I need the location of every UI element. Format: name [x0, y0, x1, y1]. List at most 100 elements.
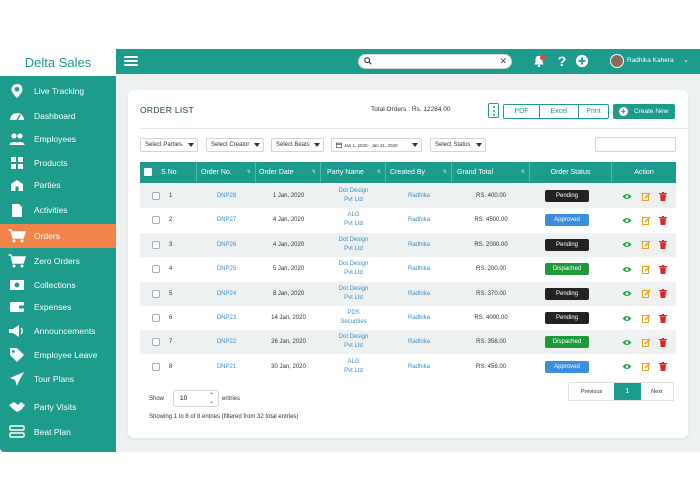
cell-created-by[interactable]: Radhika — [386, 257, 452, 281]
row-checkbox[interactable] — [152, 314, 160, 322]
row-checkbox[interactable] — [152, 216, 160, 225]
row-checkbox[interactable] — [152, 338, 160, 347]
chevron-down-icon[interactable]: ⌄ — [683, 56, 689, 64]
cell-party-name[interactable]: ALG Pvt Ltd — [321, 208, 386, 232]
view-eye-icon[interactable] — [622, 191, 632, 201]
cell-created-by[interactable]: Radhika — [386, 208, 452, 232]
add-icon[interactable] — [574, 53, 590, 69]
filter-beats[interactable]: Select Beats — [271, 138, 324, 152]
user-name[interactable]: Radhika Kahera — [627, 57, 674, 64]
more-options-button[interactable] — [488, 103, 499, 118]
table-row[interactable]: 1 DNP28 1 Jan, 2020 Dot Design Pvt Ltd Radhik… — [140, 184, 676, 208]
sidebar-item-activities[interactable]: Activities — [0, 199, 116, 221]
table-search-input[interactable] — [595, 137, 676, 152]
search-box[interactable]: ✕ — [358, 54, 512, 69]
delete-icon[interactable] — [658, 191, 668, 201]
delete-icon[interactable] — [658, 264, 668, 274]
sidebar-item-beat-plan[interactable]: Beat Plan — [0, 421, 116, 443]
edit-icon[interactable] — [641, 215, 651, 225]
filter-creator[interactable]: Select Creator — [206, 138, 264, 152]
edit-icon[interactable] — [641, 313, 651, 323]
cell-order-no[interactable]: DNP26 — [197, 233, 256, 257]
edit-icon[interactable] — [641, 362, 651, 372]
cell-party-name[interactable]: ALG Pvt Ltd — [321, 355, 386, 379]
sidebar-item-tour-plans[interactable]: Tour Plans — [0, 368, 116, 390]
row-checkbox[interactable] — [152, 289, 160, 298]
sidebar-item-expenses[interactable]: Expenses — [0, 296, 116, 318]
cell-created-by[interactable]: Radhika — [386, 306, 452, 330]
cell-party-name[interactable]: Dot Design Pvt Ltd — [321, 184, 386, 208]
cell-created-by[interactable]: Radhika — [386, 233, 452, 257]
notification-icon[interactable] — [531, 53, 547, 69]
cell-party-name[interactable]: Dot Design Pvt Ltd — [321, 233, 386, 257]
pager-page-1[interactable]: 1 — [614, 383, 641, 400]
edit-icon[interactable] — [641, 240, 651, 250]
filter-parties[interactable]: Select Parties — [140, 138, 198, 152]
row-checkbox[interactable] — [152, 265, 160, 274]
table-row[interactable]: 3 DNP26 4 Jan, 2020 Dot Design Pvt Ltd Radhik… — [140, 232, 676, 257]
help-icon[interactable]: ? — [554, 53, 570, 69]
menu-toggle-icon[interactable] — [124, 54, 138, 68]
pager-previous[interactable]: Previous — [569, 383, 614, 400]
sidebar-item-products[interactable]: Products — [0, 152, 116, 174]
col-grand-total[interactable]: Grand Total ⇅ — [452, 162, 530, 183]
filter-status[interactable]: Select Status — [430, 138, 486, 152]
cell-party-name[interactable]: Dot Design Pvt Ltd — [321, 257, 386, 281]
row-checkbox[interactable] — [152, 192, 160, 200]
cell-party-name[interactable]: PDS Securities — [321, 306, 386, 330]
delete-icon[interactable] — [658, 362, 668, 372]
sidebar-item-parties[interactable]: Parties — [0, 174, 116, 196]
view-eye-icon[interactable] — [622, 264, 632, 274]
sidebar-item-dashboard[interactable]: Dashboard — [0, 105, 116, 127]
sidebar-item-party-visits[interactable]: Party Visits — [0, 396, 116, 418]
sidebar-item-zero-orders[interactable]: Zero Orders — [0, 250, 116, 272]
delete-icon[interactable] — [658, 337, 668, 347]
sidebar-item-live-tracking[interactable]: Live Tracking — [0, 80, 116, 102]
view-eye-icon[interactable] — [622, 362, 632, 372]
cell-created-by[interactable]: Radhika — [386, 330, 452, 354]
excel-button[interactable]: Excel — [540, 104, 579, 119]
cell-order-no[interactable]: DNP21 — [197, 355, 256, 379]
row-checkbox[interactable] — [152, 240, 160, 249]
sidebar-item-employees[interactable]: Employees — [0, 128, 116, 150]
cell-order-no[interactable]: DNP28 — [197, 184, 256, 208]
view-eye-icon[interactable] — [622, 289, 632, 299]
delete-icon[interactable] — [658, 240, 668, 250]
col-order-no[interactable]: Order No. ⇅ — [197, 162, 256, 183]
edit-icon[interactable] — [641, 264, 651, 274]
sidebar-item-collections[interactable]: Collections — [0, 274, 116, 296]
view-eye-icon[interactable] — [622, 215, 632, 225]
print-button[interactable]: Print — [579, 104, 609, 119]
view-eye-icon[interactable] — [622, 337, 632, 347]
cell-party-name[interactable]: Dot Design Pvt Ltd — [321, 330, 386, 354]
pdf-button[interactable]: PDF — [503, 104, 540, 119]
pager-next[interactable]: Next — [641, 383, 673, 400]
col-sno[interactable]: S.No — [140, 162, 197, 183]
delete-icon[interactable] — [658, 289, 668, 299]
cell-order-no[interactable]: DNP27 — [197, 208, 256, 232]
table-row[interactable]: 4 DNP25 5 Jan, 2020 Dot Design Pvt Ltd Radhik… — [140, 257, 676, 282]
avatar[interactable] — [610, 54, 624, 68]
create-new-button[interactable]: + Create New — [613, 104, 675, 119]
entries-select[interactable]: 10 ⌃ ⌄ — [173, 390, 219, 407]
table-row[interactable]: 5 DNP24 8 Jan, 2020 Dot Design Pvt Ltd Radhik… — [140, 281, 676, 306]
sidebar-item-orders[interactable]: Orders — [0, 224, 120, 248]
cell-order-no[interactable]: DNP25 — [197, 257, 256, 281]
edit-icon[interactable] — [641, 289, 651, 299]
filter-date-range[interactable]: Jan 1, 2020 - Jan 31, 2020 — [331, 138, 422, 152]
clear-search-icon[interactable]: ✕ — [499, 56, 507, 67]
row-checkbox[interactable] — [152, 362, 160, 371]
table-row[interactable]: 7 DNP22 26 Jan, 2020 Dot Design Pvt Ltd Radhi… — [140, 330, 676, 355]
cell-party-name[interactable]: Dot Design Pvt Ltd — [321, 282, 386, 306]
cell-order-no[interactable]: DNP22 — [197, 330, 256, 354]
col-order-status[interactable]: Order Status — [530, 162, 612, 183]
view-eye-icon[interactable] — [622, 313, 632, 323]
cell-order-no[interactable]: DNP23 — [197, 306, 256, 330]
search-input[interactable] — [375, 56, 495, 67]
delete-icon[interactable] — [658, 215, 668, 225]
delete-icon[interactable] — [658, 313, 668, 323]
sidebar-item-employee-leave[interactable]: Employee Leave — [0, 344, 116, 366]
table-row[interactable]: 8 DNP21 30 Jan, 2020 ALG Pvt Ltd Radhika RS. 4… — [140, 354, 676, 379]
cell-created-by[interactable]: Radhika — [386, 355, 452, 379]
cell-created-by[interactable]: Radhika — [386, 184, 452, 208]
